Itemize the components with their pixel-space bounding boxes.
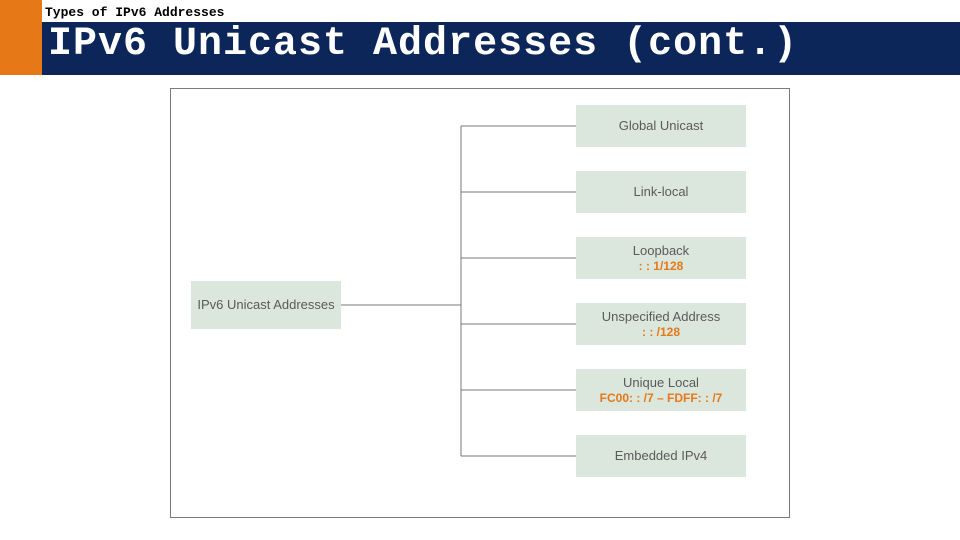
child-node-unique-local: Unique Local FC00: : /7 – FDFF: : /7 (576, 369, 746, 411)
child-label: Global Unicast (619, 118, 704, 134)
diagram-frame: IPv6 Unicast Addresses Global Unicast Li… (170, 88, 790, 518)
slide-header: Types of IPv6 Addresses IPv6 Unicast Add… (0, 0, 960, 75)
child-label: Loopback (633, 243, 689, 259)
root-label: IPv6 Unicast Addresses (197, 297, 334, 313)
child-node-loopback: Loopback : : 1/128 (576, 237, 746, 279)
child-node-link-local: Link-local (576, 171, 746, 213)
root-node: IPv6 Unicast Addresses (191, 281, 341, 329)
child-label: Link-local (634, 184, 689, 200)
child-node-embedded-ipv4: Embedded IPv4 (576, 435, 746, 477)
child-label: Embedded IPv4 (615, 448, 708, 464)
breadcrumb: Types of IPv6 Addresses (45, 5, 224, 20)
child-sublabel: : : 1/128 (639, 259, 684, 273)
child-node-global-unicast: Global Unicast (576, 105, 746, 147)
accent-block-front (0, 22, 42, 75)
child-sublabel: : : /128 (642, 325, 680, 339)
child-node-unspecified: Unspecified Address : : /128 (576, 303, 746, 345)
child-label: Unique Local (623, 375, 699, 391)
page-title: IPv6 Unicast Addresses (cont.) (48, 22, 798, 67)
child-label: Unspecified Address (602, 309, 721, 325)
child-sublabel: FC00: : /7 – FDFF: : /7 (600, 391, 723, 405)
